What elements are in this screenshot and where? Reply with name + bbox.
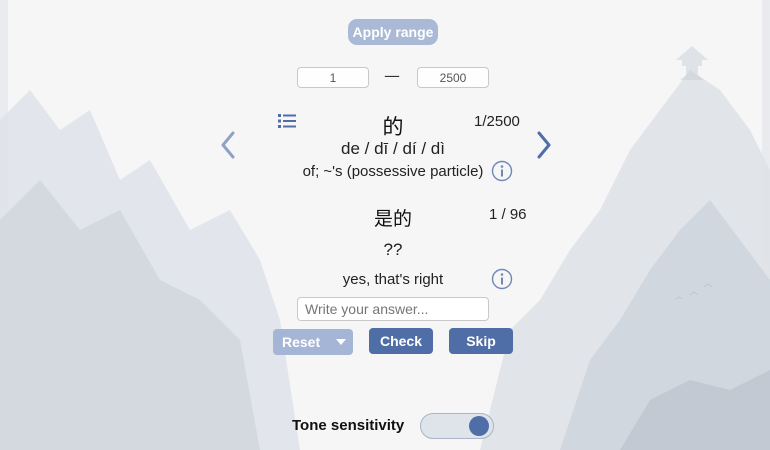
tone-sensitivity-toggle[interactable] bbox=[420, 413, 494, 439]
info-icon[interactable] bbox=[491, 268, 513, 290]
word-characters: 是的 bbox=[373, 208, 412, 230]
check-button[interactable]: Check bbox=[369, 328, 433, 354]
practice-panel: Apply range — 的 1/2500 de / dī / dí / dì… bbox=[8, 0, 762, 450]
apply-range-button[interactable]: Apply range bbox=[348, 19, 438, 45]
caret-down-icon[interactable] bbox=[336, 339, 346, 345]
info-icon[interactable] bbox=[491, 160, 513, 182]
range-end-input[interactable] bbox=[417, 67, 489, 88]
character-counter: 1/2500 bbox=[474, 113, 520, 130]
current-character: 的 bbox=[382, 115, 404, 139]
list-icon[interactable] bbox=[278, 113, 296, 129]
character-pinyin: de / dī / dí / dì bbox=[341, 139, 445, 158]
word-pinyin: ?? bbox=[383, 240, 403, 259]
reset-button-label: Reset bbox=[282, 334, 321, 350]
range-start-input[interactable] bbox=[297, 67, 369, 88]
skip-button[interactable]: Skip bbox=[449, 328, 513, 354]
character-meaning: of; ~'s (possessive particle) bbox=[302, 163, 484, 180]
range-separator: — bbox=[384, 66, 400, 85]
word-counter: 1 / 96 bbox=[489, 206, 527, 223]
word-meaning: yes, that's right bbox=[342, 271, 444, 288]
answer-input[interactable] bbox=[297, 297, 489, 321]
reset-button[interactable]: Reset bbox=[273, 329, 353, 355]
chevron-left-icon[interactable] bbox=[219, 131, 237, 159]
tone-sensitivity-label: Tone sensitivity bbox=[292, 417, 405, 434]
chevron-right-icon[interactable] bbox=[535, 131, 553, 159]
toggle-knob bbox=[469, 416, 489, 436]
